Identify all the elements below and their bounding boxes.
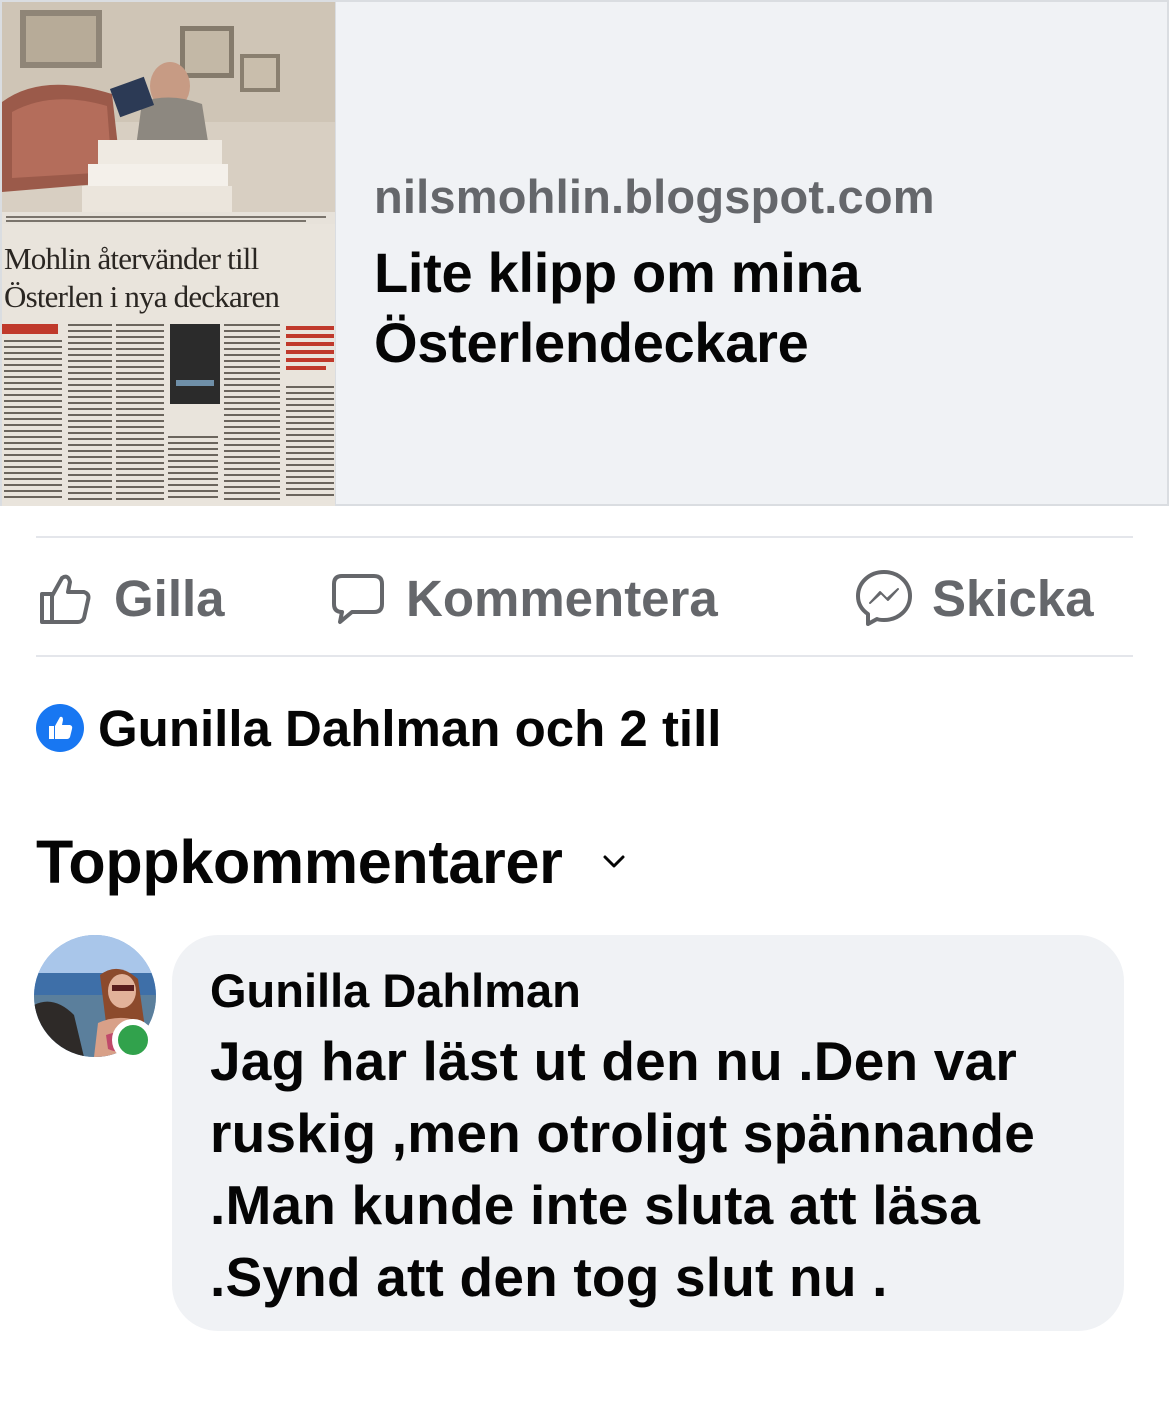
- chevron-down-icon: [599, 847, 629, 877]
- comments-header-label: Toppkommentarer: [36, 828, 563, 896]
- comment-icon: [328, 568, 388, 628]
- link-title[interactable]: Lite klipp om mina Österlendeckare: [374, 238, 1167, 378]
- online-status-indicator: [112, 1019, 154, 1061]
- divider-top: [36, 536, 1133, 538]
- link-preview-card[interactable]: Mohlin återvänder till Österlen i nya de…: [0, 0, 1169, 506]
- like-button[interactable]: Gilla: [36, 540, 225, 656]
- action-bar: Gilla Kommentera Skicka: [36, 540, 1133, 656]
- comment-author[interactable]: Gunilla Dahlman: [210, 963, 1084, 1019]
- comment-button[interactable]: Kommentera: [328, 540, 718, 656]
- newspaper-photo: [2, 2, 335, 224]
- newspaper-columns: [2, 324, 334, 500]
- thumbs-up-icon: [36, 568, 96, 628]
- divider-bottom: [36, 655, 1133, 657]
- send-button[interactable]: Skicka: [854, 540, 1094, 656]
- comment-bubble: Gunilla Dahlman Jag har läst ut den nu .…: [172, 935, 1124, 1331]
- messenger-icon: [854, 568, 914, 628]
- comments-sort-dropdown[interactable]: Toppkommentarer: [36, 822, 629, 902]
- send-label: Skicka: [932, 569, 1094, 627]
- comment-text: Jag har läst ut den nu .Den var ruskig ,…: [210, 1030, 1035, 1308]
- link-text: nilsmohlin.blogspot.com Lite klipp om mi…: [336, 2, 1167, 504]
- link-domain: nilsmohlin.blogspot.com: [374, 170, 935, 223]
- reactions-text: Gunilla Dahlman och 2 till: [98, 699, 722, 757]
- thumbnail-headline: Mohlin återvänder till Österlen i nya de…: [4, 241, 280, 314]
- comment-label: Kommentera: [406, 569, 718, 627]
- like-label: Gilla: [114, 569, 225, 627]
- link-thumbnail: Mohlin återvänder till Österlen i nya de…: [2, 2, 336, 506]
- like-icon: [36, 704, 84, 752]
- reactions-summary[interactable]: Gunilla Dahlman och 2 till: [36, 697, 721, 759]
